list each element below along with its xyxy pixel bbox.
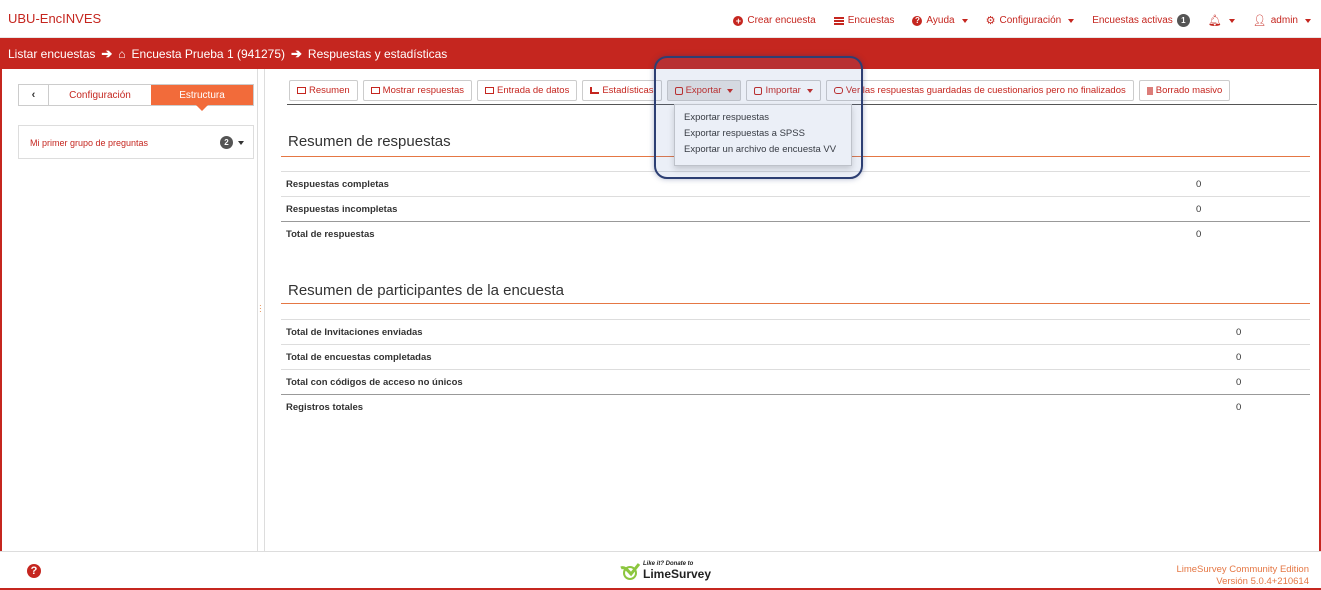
caret-down-icon[interactable] bbox=[238, 141, 244, 145]
caret-down-icon bbox=[961, 18, 968, 23]
create-survey-link[interactable]: + Crear encuesta bbox=[733, 15, 816, 26]
edition-label[interactable]: LimeSurvey Community Edition bbox=[1176, 564, 1309, 576]
help-menu[interactable]: ? Ayuda bbox=[912, 15, 968, 26]
breadcrumb-current: Respuestas y estadísticas bbox=[307, 46, 448, 61]
table-row: Total de respuestas 0 bbox=[281, 221, 1310, 247]
row-value: 0 bbox=[1231, 319, 1310, 345]
summary-label: Resumen bbox=[309, 85, 350, 96]
sidebar-tabs: ‹ Configuración Estructura bbox=[18, 84, 254, 111]
saved-responses-button[interactable]: Ver las respuestas guardadas de cuestion… bbox=[825, 80, 1134, 101]
sidebar-splitter[interactable] bbox=[264, 69, 265, 551]
row-label: Total de encuestas completadas bbox=[281, 344, 1231, 370]
list-icon bbox=[297, 87, 306, 94]
bell-icon: 🔔︎ bbox=[1207, 15, 1222, 27]
table-row: Total de Invitaciones enviadas 0 bbox=[281, 319, 1310, 345]
bar-chart-icon bbox=[590, 87, 600, 94]
saved-responses-label: Ver las respuestas guardadas de cuestion… bbox=[845, 85, 1126, 96]
table-row: Total de encuestas completadas 0 bbox=[281, 344, 1310, 370]
user-icon: 👤︎ bbox=[1252, 15, 1267, 27]
list-icon bbox=[833, 16, 844, 25]
statistics-button[interactable]: Estadísticas bbox=[582, 80, 662, 101]
row-value: 0 bbox=[1191, 221, 1310, 247]
caret-down-icon bbox=[1305, 18, 1311, 23]
help-label: Ayuda bbox=[926, 15, 955, 26]
mass-delete-button[interactable]: Borrado masivo bbox=[1138, 80, 1231, 101]
active-surveys-badge: 1 bbox=[1176, 14, 1190, 27]
question-circle-icon: ? bbox=[912, 15, 923, 26]
caret-down-icon bbox=[1068, 18, 1075, 23]
collapse-sidebar-button[interactable]: ‹ bbox=[19, 85, 49, 105]
table-row: Respuestas incompletas 0 bbox=[281, 196, 1310, 222]
divider bbox=[281, 303, 1310, 304]
row-label: Total de Invitaciones enviadas bbox=[281, 319, 1231, 345]
keyboard-icon bbox=[484, 87, 494, 94]
limesurvey-logo-icon bbox=[620, 562, 641, 580]
annotation-highlight bbox=[654, 56, 863, 179]
tab-structure[interactable]: Estructura bbox=[151, 85, 253, 111]
active-surveys-label: Encuestas activas bbox=[1092, 15, 1173, 26]
response-summary-table: Respuestas completas 0 Respuestas incomp… bbox=[281, 171, 1310, 247]
sidebar: ‹ Configuración Estructura Mi primer gru… bbox=[2, 69, 258, 551]
response-summary-title: Resumen de respuestas bbox=[288, 133, 451, 150]
show-responses-label: Mostrar respuestas bbox=[382, 85, 464, 96]
breadcrumb-list-surveys[interactable]: Listar encuestas bbox=[8, 47, 95, 61]
edition-info: LimeSurvey Community Edition Versión 5.0… bbox=[1176, 564, 1309, 588]
caret-down-icon bbox=[1228, 18, 1235, 23]
participant-summary-table: Total de Invitaciones enviadas 0 Total d… bbox=[281, 319, 1310, 420]
top-navbar: UBU-EncINVES + Crear encuesta Encuestas … bbox=[0, 0, 1321, 38]
surveys-label: Encuestas bbox=[847, 15, 895, 26]
chevron-left-icon: ‹ bbox=[31, 89, 36, 101]
configuration-label: Configuración bbox=[999, 15, 1062, 26]
surveys-link[interactable]: Encuestas bbox=[833, 15, 895, 26]
tab-configuration[interactable]: Configuración bbox=[49, 85, 151, 105]
brand-link[interactable]: UBU-EncINVES bbox=[8, 11, 101, 26]
mass-delete-label: Borrado masivo bbox=[1155, 85, 1223, 96]
footer: ? Like it? Donate to LimeSurvey LimeSurv… bbox=[0, 551, 1321, 588]
notifications-menu[interactable]: 🔔︎ bbox=[1208, 14, 1235, 27]
row-value: 0 bbox=[1191, 196, 1310, 222]
user-menu[interactable]: 👤︎ admin bbox=[1253, 14, 1311, 27]
plus-circle-icon: + bbox=[733, 15, 744, 26]
create-survey-label: Crear encuesta bbox=[747, 15, 816, 26]
trash-icon bbox=[1146, 86, 1153, 95]
home-icon: ⌂ bbox=[118, 46, 126, 61]
row-label: Total con códigos de acceso no únicos bbox=[281, 369, 1231, 395]
version-label: Versión 5.0.4+210614 bbox=[1216, 576, 1309, 587]
arrow-right-icon: ➔ bbox=[291, 45, 302, 61]
table-row: Total con códigos de acceso no únicos 0 bbox=[281, 369, 1310, 395]
summary-button[interactable]: Resumen bbox=[289, 80, 358, 101]
row-label: Total de respuestas bbox=[281, 221, 1191, 247]
breadcrumb-survey[interactable]: Encuesta Prueba 1 (941275) bbox=[132, 47, 285, 61]
participant-summary-title: Resumen de participantes de la encuesta bbox=[288, 282, 565, 299]
top-nav-menu: + Crear encuesta Encuestas ? Ayuda ⚙ Con… bbox=[733, 14, 1311, 27]
question-count-badge: 2 bbox=[220, 136, 233, 149]
question-group-label: Mi primer grupo de preguntas bbox=[30, 138, 149, 148]
list-icon bbox=[370, 87, 380, 94]
row-value: 0 bbox=[1231, 369, 1310, 395]
question-circle-icon[interactable]: ? bbox=[27, 564, 41, 578]
row-value: 0 bbox=[1231, 344, 1310, 370]
question-group-item[interactable]: Mi primer grupo de preguntas 2 bbox=[18, 125, 254, 159]
configuration-menu[interactable]: ⚙ Configuración bbox=[986, 14, 1075, 27]
data-entry-button[interactable]: Entrada de datos bbox=[476, 80, 578, 101]
user-label: admin bbox=[1270, 15, 1298, 26]
statistics-label: Estadísticas bbox=[602, 85, 654, 96]
resize-handle-icon[interactable]: · · · bbox=[259, 302, 262, 316]
donate-brand-text: LimeSurvey bbox=[643, 567, 712, 581]
data-entry-label: Entrada de datos bbox=[496, 85, 570, 96]
show-responses-button[interactable]: Mostrar respuestas bbox=[362, 80, 472, 101]
arrow-right-icon: ➔ bbox=[101, 45, 113, 61]
table-row: Registros totales 0 bbox=[281, 394, 1310, 420]
row-label: Registros totales bbox=[281, 394, 1231, 420]
gears-icon: ⚙ bbox=[985, 15, 996, 27]
donate-link[interactable]: Like it? Donate to LimeSurvey bbox=[619, 561, 711, 580]
row-value: 0 bbox=[1191, 171, 1310, 197]
row-label: Respuestas incompletas bbox=[281, 196, 1191, 222]
row-value: 0 bbox=[1231, 394, 1310, 420]
active-surveys-link[interactable]: Encuestas activas 1 bbox=[1092, 14, 1190, 27]
